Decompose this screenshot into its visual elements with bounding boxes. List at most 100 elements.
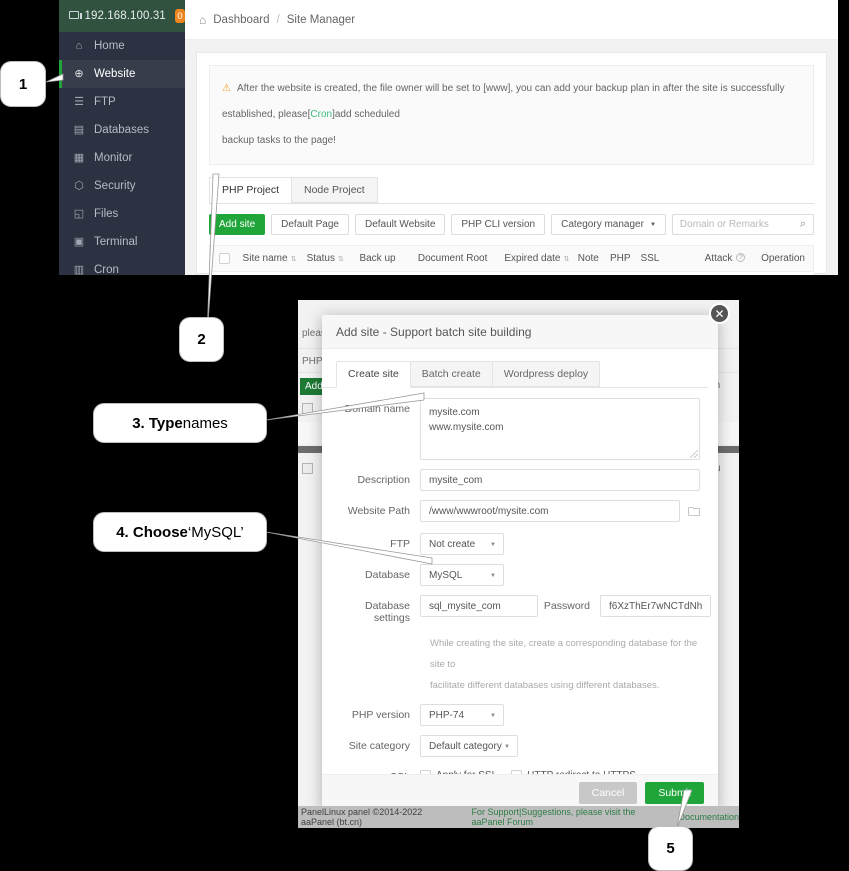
screenshot-root: 192.168.100.31 0 ⌂ Home ⊕ Website ☰ FTP … xyxy=(0,0,849,871)
sidebar-item-databases[interactable]: ▤ Databases xyxy=(59,116,185,144)
callout-3-rest: names xyxy=(182,414,228,432)
ftp-select[interactable]: Not create xyxy=(420,533,504,555)
select-all-checkbox[interactable] xyxy=(210,253,239,264)
callout-4: 4. Choose ‘MySQL’ xyxy=(94,513,266,551)
database-name-input[interactable]: sql_mysite_com xyxy=(420,595,538,617)
category-manager-dropdown[interactable]: Category manager xyxy=(551,214,666,235)
column-php: PHP xyxy=(610,253,631,264)
shield-icon: ⬡ xyxy=(74,179,84,192)
footer-support-link[interactable]: For Support|Suggestions, please visit th… xyxy=(471,807,664,827)
sidebar-item-ftp[interactable]: ☰ FTP xyxy=(59,88,185,116)
modal-tabs: Create site Batch create Wordpress deplo… xyxy=(322,349,708,388)
submit-button[interactable]: Submit xyxy=(645,781,704,804)
notice-text-line2: backup tasks to the page! xyxy=(222,135,336,146)
sidebar-item-cron[interactable]: ▥ Cron xyxy=(59,256,185,275)
site-category-select[interactable]: Default category xyxy=(420,735,518,757)
breadcrumb-current: Site Manager xyxy=(286,13,356,26)
callout-4-rest: ‘MySQL’ xyxy=(187,523,244,541)
site-toolbar: Add site Default Page Default Website PH… xyxy=(209,214,814,235)
field-domain-name: Domain name mysite.com www.mysite.com xyxy=(328,398,700,460)
sidebar-item-label: FTP xyxy=(94,96,116,108)
help-icon[interactable]: ? xyxy=(736,253,746,262)
sidebar-header[interactable]: 192.168.100.31 0 xyxy=(59,0,185,32)
notification-badge[interactable]: 0 xyxy=(174,9,185,23)
footer-docs-link[interactable]: Documentation xyxy=(678,812,739,822)
callout-1: 1 xyxy=(1,62,45,106)
cancel-button[interactable]: Cancel xyxy=(578,781,638,804)
create-site-form: Domain name mysite.com www.mysite.com De… xyxy=(322,388,718,828)
notice-text-after: ]add scheduled xyxy=(332,109,400,120)
php-cli-version-button[interactable]: PHP CLI version xyxy=(451,214,546,235)
default-website-button[interactable]: Default Website xyxy=(354,214,446,235)
password-label: Password xyxy=(543,600,590,612)
add-site-modal: ✕ Add site - Support batch site building… xyxy=(322,303,730,826)
field-database: Database MySQL xyxy=(328,564,700,586)
folder-icon[interactable]: 🗀 xyxy=(688,500,700,524)
callout-5: 5 xyxy=(649,827,692,870)
add-site-button[interactable]: Add site xyxy=(209,214,266,235)
callout-3-strong: 3. Type xyxy=(132,414,183,432)
column-document-root: Document Root xyxy=(417,253,488,264)
column-site-name[interactable]: Site name xyxy=(239,253,303,264)
database-label: Database xyxy=(365,569,410,581)
search-input[interactable]: Domain or Remarks ⌕ xyxy=(671,214,814,235)
column-attack: Attack? xyxy=(693,253,757,264)
callout-3: 3. Type names xyxy=(94,404,266,442)
sidebar-item-security[interactable]: ⬡ Security xyxy=(59,172,185,200)
cron-link[interactable]: Cron xyxy=(310,109,332,120)
sidebar-item-terminal[interactable]: ▣ Terminal xyxy=(59,228,185,256)
field-description: Description mysite_com xyxy=(328,469,700,491)
breadcrumb-root[interactable]: Dashboard xyxy=(213,14,269,26)
calendar-icon: ▥ xyxy=(73,263,85,275)
tab-wordpress-deploy[interactable]: Wordpress deploy xyxy=(491,361,601,387)
sidebar: 192.168.100.31 0 ⌂ Home ⊕ Website ☰ FTP … xyxy=(59,0,185,275)
tab-node-project[interactable]: Node Project xyxy=(291,177,378,203)
database-icon: ▤ xyxy=(73,123,85,136)
home-icon: ⌂ xyxy=(75,39,83,52)
database-select[interactable]: MySQL xyxy=(420,564,504,586)
tab-php-project[interactable]: PHP Project xyxy=(209,177,292,203)
domain-name-textarea[interactable]: mysite.com www.mysite.com xyxy=(420,398,700,460)
database-settings-label: Database settings xyxy=(365,600,410,624)
folder-icon: ◱ xyxy=(73,207,85,220)
monitor-icon xyxy=(69,10,82,22)
database-password-input[interactable]: f6XzThEr7wNCTdNh xyxy=(600,595,712,617)
terminal-icon: ▣ xyxy=(73,235,85,248)
domain-line-1: mysite.com xyxy=(429,407,480,418)
description-input[interactable]: mysite_com xyxy=(420,469,700,491)
modal-footer: Cancel Submit xyxy=(322,774,718,810)
website-path-input[interactable]: /www/wwwroot/mysite.com xyxy=(420,500,680,522)
sidebar-item-files[interactable]: ◱ Files xyxy=(59,200,185,228)
search-icon[interactable]: ⌕ xyxy=(800,218,806,231)
main-content: ⌂ Dashboard / Site Manager ⚠ After the we… xyxy=(185,0,838,275)
php-version-label: PHP version xyxy=(351,709,410,721)
field-site-category: Site category Default category xyxy=(328,735,700,757)
footer-copyright: PanelLinux panel ©2014-2022 aaPanel (bt.… xyxy=(301,807,423,827)
default-page-button[interactable]: Default Page xyxy=(271,214,349,235)
tab-create-site[interactable]: Create site xyxy=(336,361,411,388)
database-hint-line-1: While creating the site, create a corres… xyxy=(430,638,698,670)
column-operation: Operation xyxy=(761,253,805,264)
home-icon[interactable]: ⌂ xyxy=(199,13,206,27)
sidebar-item-home[interactable]: ⌂ Home xyxy=(59,32,185,60)
website-path-label: Website Path xyxy=(347,505,410,517)
sidebar-item-website[interactable]: ⊕ Website xyxy=(59,60,185,88)
resize-grip-icon[interactable] xyxy=(690,450,698,458)
sidebar-item-monitor[interactable]: ▦ Monitor xyxy=(59,144,185,172)
column-note: Note xyxy=(577,253,599,264)
column-ssl: SSL xyxy=(640,253,660,264)
site-manager-panel: ⚠ After the website is created, the file … xyxy=(196,52,827,275)
tab-batch-create[interactable]: Batch create xyxy=(409,361,493,387)
sidebar-item-label: Cron xyxy=(94,264,119,275)
field-php-version: PHP version PHP-74 xyxy=(328,704,700,726)
info-notice: ⚠ After the website is created, the file … xyxy=(209,65,814,165)
database-hint-line-2: facilitate different databases using dif… xyxy=(430,680,660,691)
field-database-settings: Database settings sql_mysite_com Passwor… xyxy=(328,595,712,624)
php-version-select[interactable]: PHP-74 xyxy=(420,704,504,726)
column-expired-date[interactable]: Expired date xyxy=(500,253,573,264)
monitor-chart-icon: ▦ xyxy=(73,151,85,164)
column-status[interactable]: Status xyxy=(303,253,356,264)
site-table: Site name Status Back up Document Root E… xyxy=(209,245,814,275)
close-icon[interactable]: ✕ xyxy=(709,303,730,324)
domain-line-2: www.mysite.com xyxy=(429,422,504,433)
